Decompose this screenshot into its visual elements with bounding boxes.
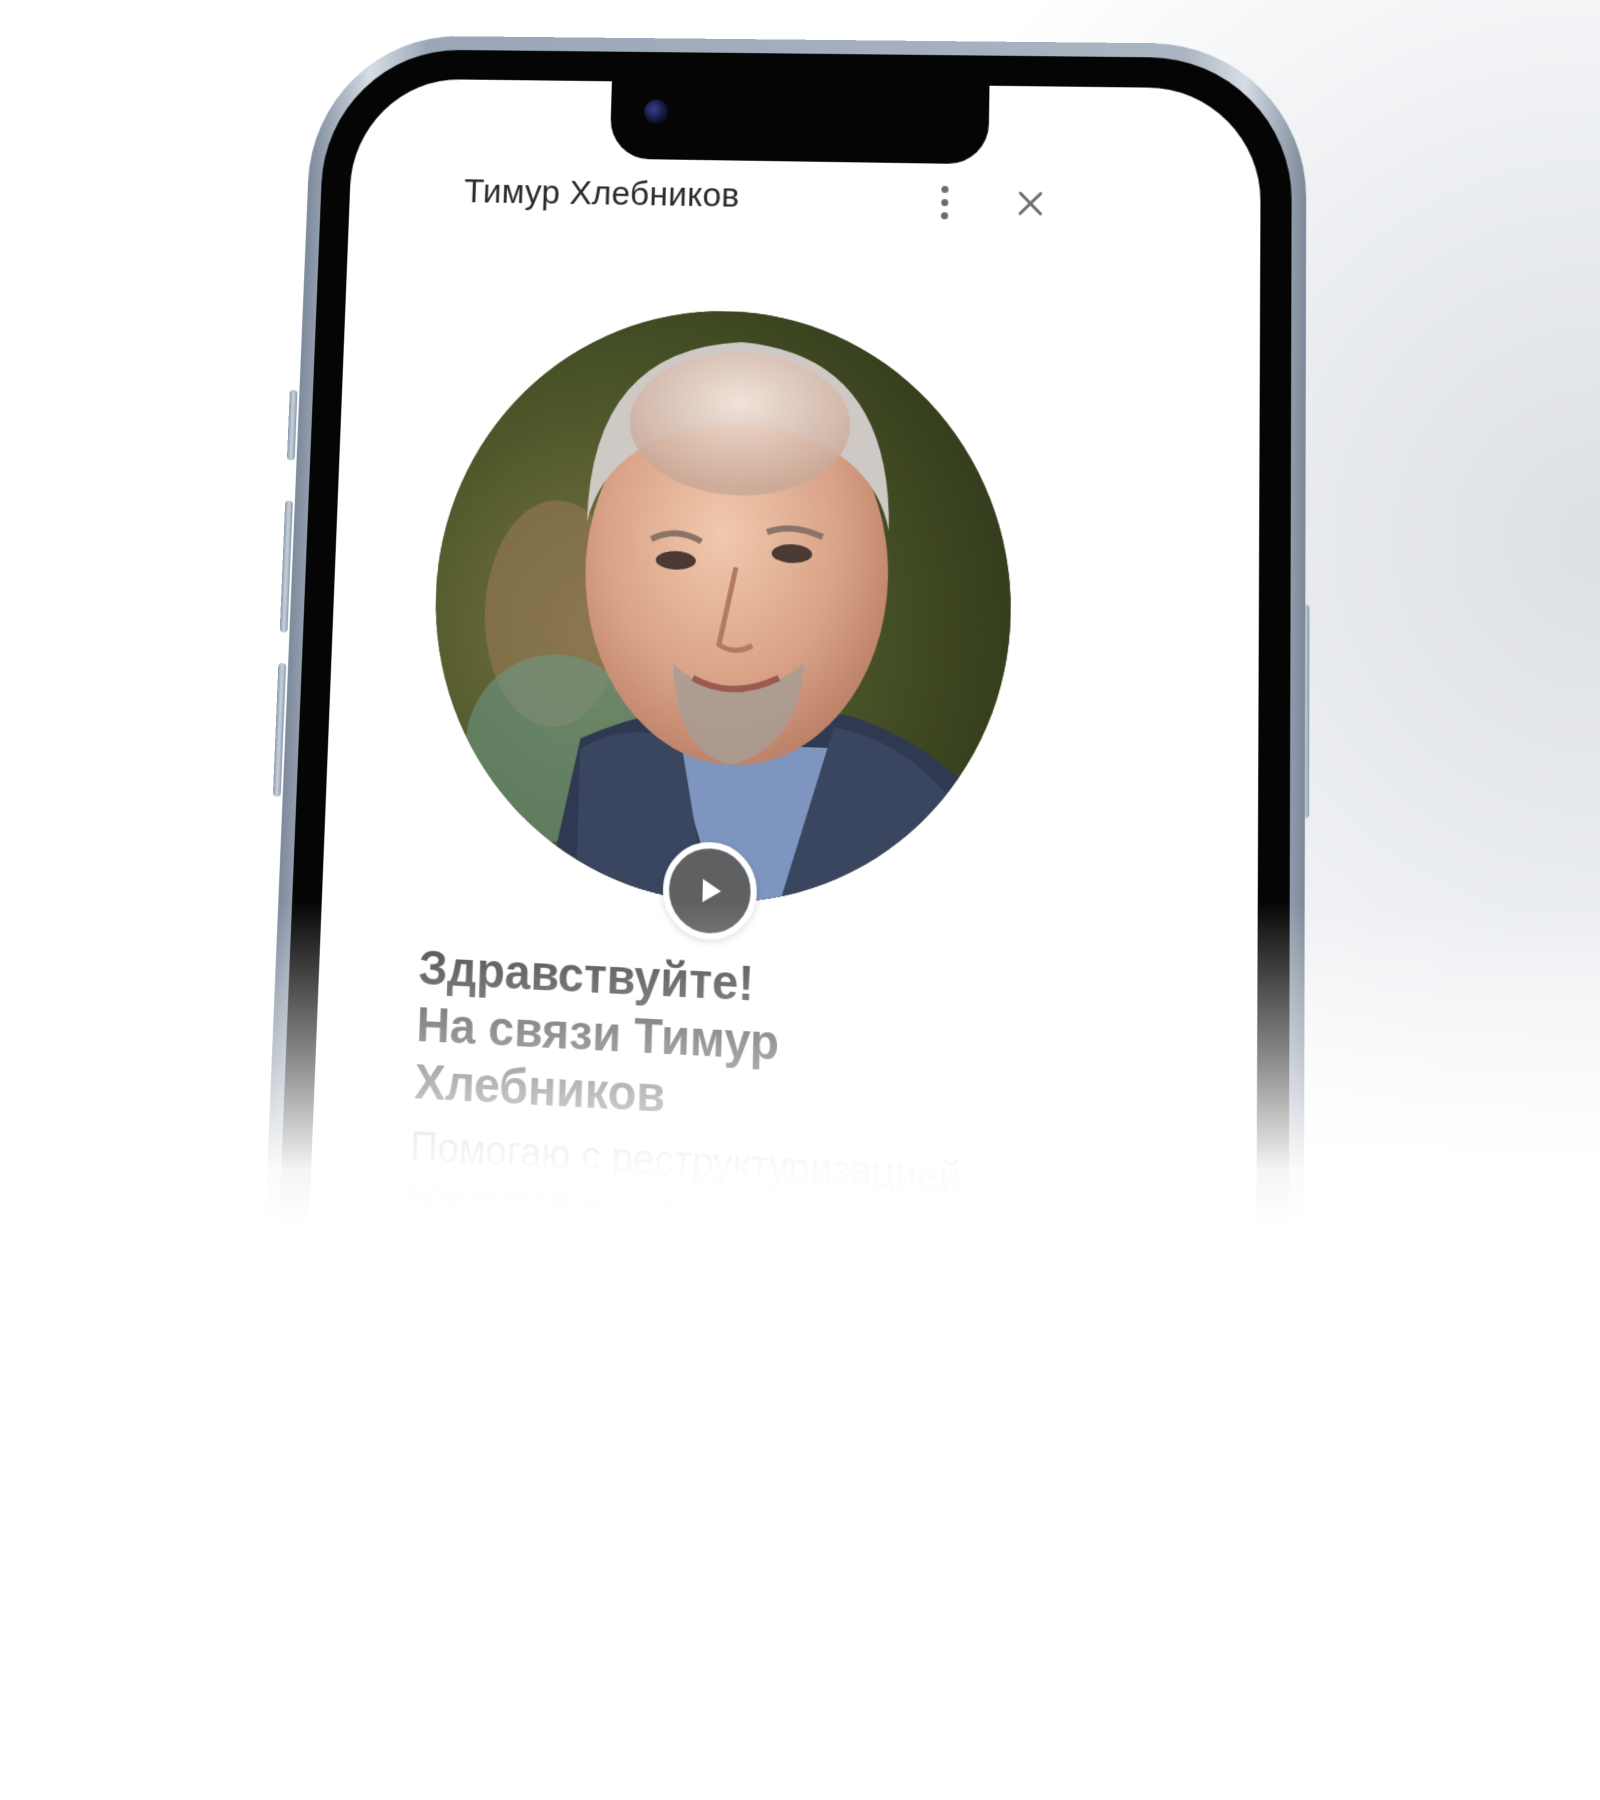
header-title: Тимур Хлебников [463, 172, 740, 215]
front-camera-icon [644, 99, 669, 124]
phone-mockup: Тимур Хлебников Здравствуйте! На связи Т… [254, 34, 1370, 1554]
more-dot [940, 185, 949, 193]
greeting-heading: Здравствуйте! На связи Тимур Хлебников [414, 939, 992, 1142]
avatar[interactable] [425, 305, 1015, 915]
more-dot [940, 211, 948, 219]
app-screen: Тимур Хлебников Здравствуйте! На связи Т… [298, 78, 1261, 1546]
more-vertical-icon[interactable] [929, 178, 960, 227]
more-dot [940, 198, 948, 206]
phone-frame: Тимур Хлебников Здравствуйте! На связи Т… [254, 34, 1307, 1550]
page-background: Тимур Хлебников Здравствуйте! На связи Т… [0, 0, 1600, 1800]
phone-button-silent [286, 389, 298, 461]
profile-photo [425, 305, 1015, 915]
close-icon[interactable] [1010, 183, 1051, 224]
description-text: Помогаю с реструктуризацией кредитов юри… [408, 1123, 1050, 1259]
phone-notch [609, 81, 990, 165]
phone-bezel: Тимур Хлебников Здравствуйте! На связи Т… [268, 48, 1292, 1549]
chat-header: Тимур Хлебников [349, 165, 1261, 241]
play-icon [702, 878, 722, 904]
